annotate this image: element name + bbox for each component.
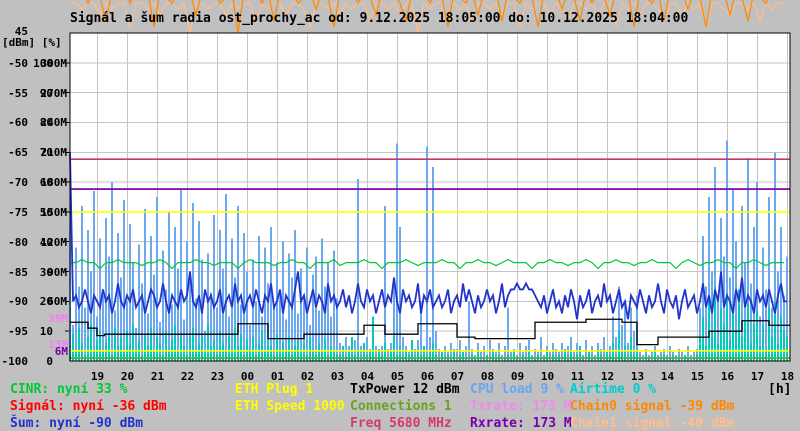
- y-tick-label: 300M: [40, 56, 68, 70]
- y-axis-row: -50 100 300M: [0, 56, 70, 70]
- legend-item: Šum: nyní -90 dBm: [10, 416, 144, 431]
- y-axis-unit-header: [dBm] [%]: [2, 36, 62, 49]
- y-axis-row: -80 40 120M: [0, 235, 70, 249]
- y-tick-label: -80: [8, 235, 28, 249]
- y-tick-label: -90: [8, 295, 28, 309]
- rate-marker-label: 39M: [48, 312, 68, 326]
- x-tick-label: 16: [720, 370, 735, 383]
- y-tick-label: 210M: [40, 146, 68, 160]
- legend-item: Signál: nyní -36 dBm: [10, 399, 167, 414]
- legend-item: [h]: [768, 382, 792, 397]
- rate-marker-label: 6M: [54, 345, 68, 359]
- y-tick-label: -75: [8, 205, 28, 219]
- radio-signal-graph: Signál a šum radia ost_prochy_ac od: 9.1…: [0, 0, 800, 431]
- legend-item: Connections 1: [350, 399, 452, 414]
- x-tick-label: 03: [330, 370, 345, 383]
- y-axis-row: -85 30 90M: [0, 265, 70, 279]
- x-tick-label: 21: [150, 370, 165, 383]
- legend-item: Chain0 signal -39 dBm: [570, 399, 735, 414]
- legend-item: TxPower 12 dBm: [350, 382, 460, 397]
- x-tick-label: 17: [750, 370, 765, 383]
- y-tick-label: -50: [8, 56, 28, 70]
- y-tick-label: 150M: [40, 205, 68, 219]
- y-axis-row: -95 10: [0, 325, 70, 339]
- y-tick-label: -95: [8, 325, 28, 339]
- legend-item: Chain1 signal -40 dBm: [570, 416, 735, 431]
- legend-item: Freq 5680 MHz: [350, 416, 452, 431]
- x-tick-label: 23: [210, 370, 225, 383]
- y-tick-label: 180M: [40, 176, 68, 190]
- y-tick-label: 270M: [40, 86, 68, 100]
- legend-item: Txrate: 173 M: [470, 399, 572, 414]
- legend-item: Airtime 0 %: [570, 382, 657, 397]
- y-tick-label: -60: [8, 116, 28, 130]
- chart-svg: [65, 0, 791, 362]
- chart-title: Signál a šum radia ost_prochy_ac od: 9.1…: [70, 11, 689, 26]
- x-tick-label: 22: [180, 370, 195, 383]
- legend-item: ETH Plug 1: [235, 382, 314, 397]
- y-tick-label: 60M: [47, 295, 67, 309]
- legend-item: CINR: nyní 33 %: [10, 382, 128, 397]
- legend-item: CPU load 9 %: [470, 382, 564, 397]
- y-tick-label: -70: [8, 176, 28, 190]
- y-tick-label: 120M: [40, 235, 68, 249]
- y-tick-label: 10: [39, 325, 53, 339]
- y-tick-label: -85: [8, 265, 28, 279]
- y-tick-label: 90M: [47, 265, 67, 279]
- y-axis-row: -55 90 270M: [0, 86, 70, 100]
- legend-item: ETH Speed 1000: [235, 399, 345, 414]
- x-tick-label: 15: [690, 370, 705, 383]
- y-axis-row: -90 20 60M: [0, 295, 70, 309]
- y-tick-label: -55: [8, 86, 28, 100]
- y-tick-label: -65: [8, 146, 28, 160]
- y-axis-row: -65 70 210M: [0, 146, 70, 160]
- y-axis-row: -75 50 150M: [0, 205, 70, 219]
- y-axis-row: -70 60 180M: [0, 176, 70, 190]
- y-axis-row: -60 80 240M: [0, 116, 70, 130]
- legend-item: Rxrate: 173 M: [470, 416, 572, 431]
- x-tick-label: 14: [660, 370, 675, 383]
- y-tick-label: 240M: [40, 116, 68, 130]
- y-tick-label: -100: [1, 355, 29, 368]
